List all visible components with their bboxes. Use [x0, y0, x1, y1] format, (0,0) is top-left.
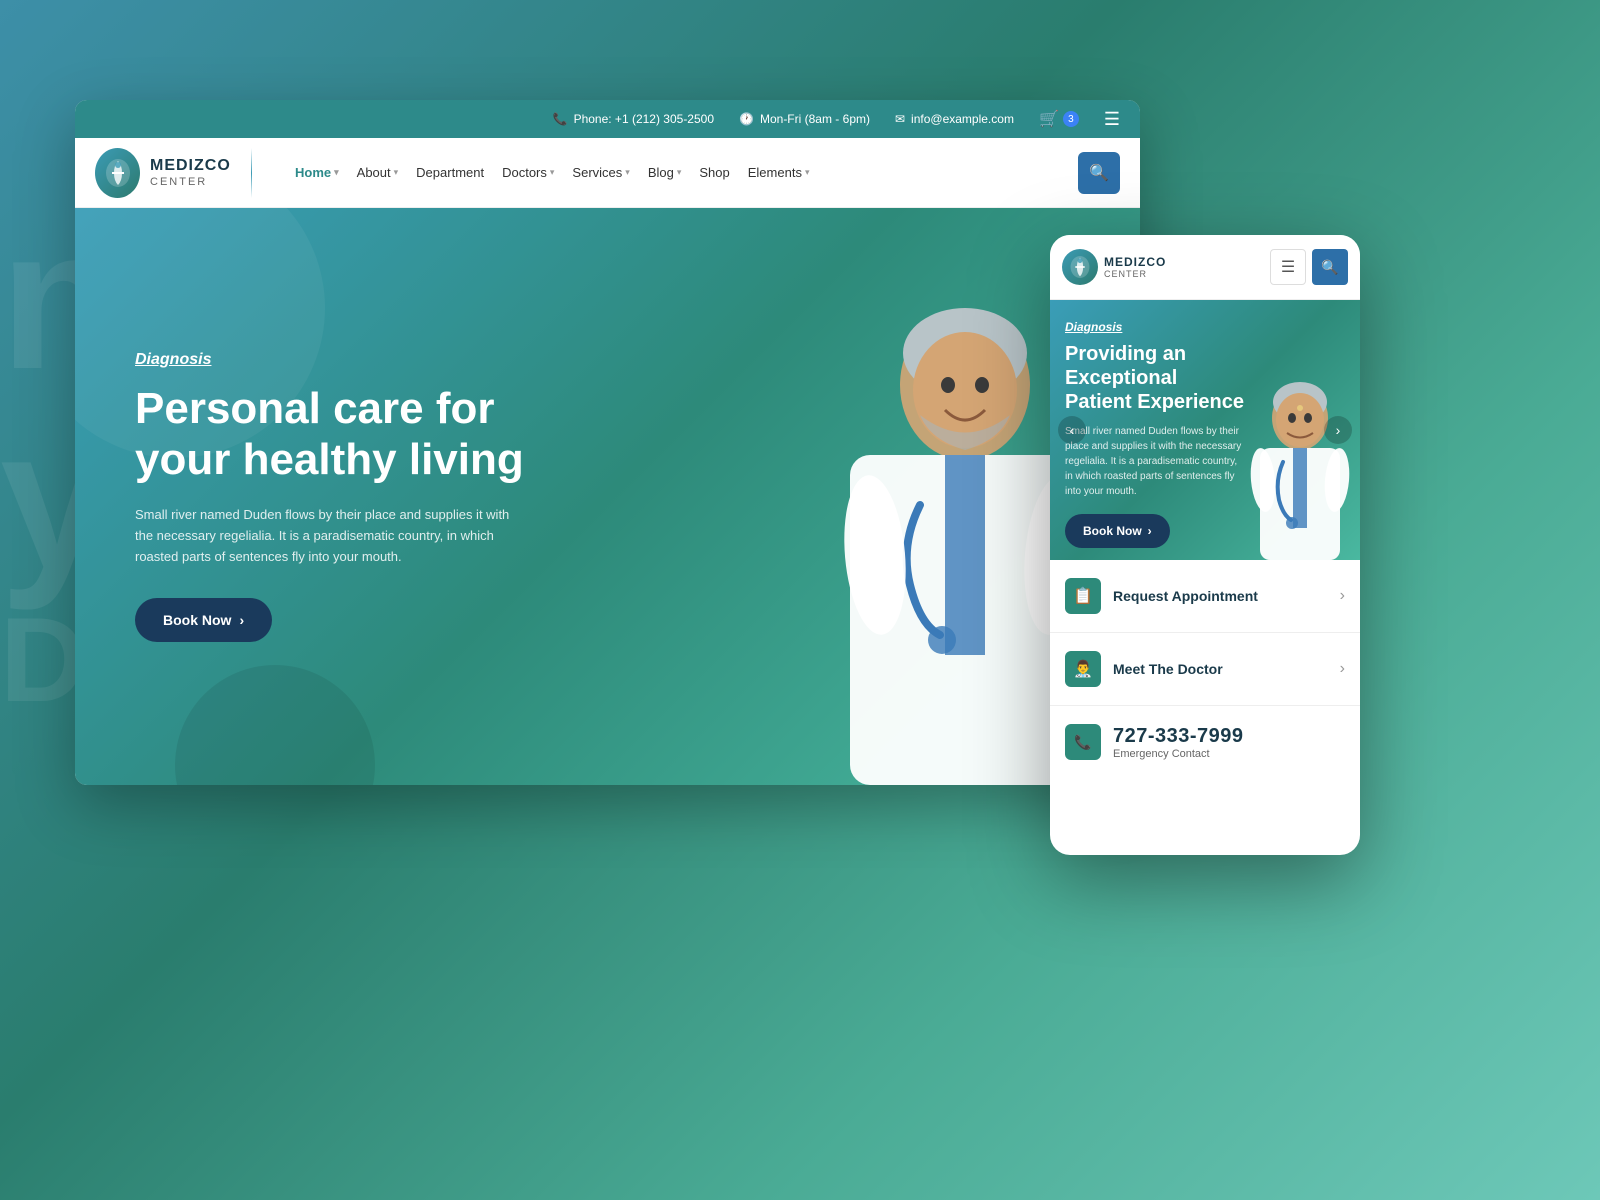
hero-description: Small river named Duden flows by their p…	[135, 505, 515, 567]
meet-doctor-item[interactable]: 👨‍⚕️ Meet The Doctor ›	[1050, 633, 1360, 705]
emergency-icon: 📞	[1065, 724, 1101, 760]
hero-shape2	[175, 665, 375, 785]
brand-name: MEDIZCO	[150, 156, 231, 175]
book-arrow-icon: ›	[239, 612, 244, 628]
desktop-topbar: 📞 Phone: +1 (212) 305-2500 🕐 Mon-Fri (8a…	[75, 100, 1140, 138]
nav-doctors[interactable]: Doctors ▾	[502, 165, 554, 180]
about-arrow: ▾	[394, 167, 399, 178]
logo-icon	[95, 148, 140, 198]
mobile-menu-items: 📋 Request Appointment › 👨‍⚕️ Meet The Do…	[1050, 560, 1360, 705]
topbar-items: 📞 Phone: +1 (212) 305-2500 🕐 Mon-Fri (8a…	[95, 109, 1120, 130]
topbar-hours-text: Mon-Fri (8am - 6pm)	[760, 112, 870, 126]
mobile-book-button[interactable]: Book Now ›	[1065, 514, 1170, 548]
topbar-hours: 🕐 Mon-Fri (8am - 6pm)	[739, 112, 870, 126]
cart-icon: 🛒	[1039, 109, 1059, 129]
mobile-doctor-figure	[1245, 380, 1355, 560]
home-arrow: ▾	[334, 167, 339, 178]
nav-links: Home ▾ About ▾ Department Doctors ▾ Serv…	[295, 165, 1078, 180]
topbar-phone-text: Phone: +1 (212) 305-2500	[574, 112, 714, 126]
blog-arrow: ▾	[677, 167, 682, 178]
cart-badge: 3	[1063, 111, 1079, 127]
elements-arrow: ▾	[805, 167, 810, 178]
request-appointment-item[interactable]: 📋 Request Appointment ›	[1050, 560, 1360, 633]
mobile-logo: MEDIZCO CENTER	[1062, 249, 1166, 285]
mobile-mockup: MEDIZCO CENTER ☰ 🔍 Diagnosis Providing a…	[1050, 235, 1360, 855]
nav-elements[interactable]: Elements ▾	[748, 165, 810, 180]
mobile-hero-title: Providing an Exceptional Patient Experie…	[1065, 342, 1245, 414]
mobile-hero: Diagnosis Providing an Exceptional Patie…	[1050, 300, 1360, 560]
mobile-brand-name: MEDIZCO	[1104, 255, 1166, 269]
topbar-email: ✉ info@example.com	[895, 112, 1014, 126]
logo-area: MEDIZCO CENTER	[95, 148, 295, 198]
desktop-hero: Diagnosis Personal care for your healthy…	[75, 208, 1140, 785]
logo-text: MEDIZCO CENTER	[150, 156, 231, 188]
appointment-arrow-icon: ›	[1340, 587, 1345, 605]
email-icon: ✉	[895, 112, 905, 126]
desktop-search-button[interactable]: 🔍	[1078, 152, 1120, 194]
carousel-next-button[interactable]: ›	[1324, 416, 1352, 444]
brand-sub: CENTER	[150, 176, 231, 189]
appointment-label: Request Appointment	[1113, 588, 1258, 604]
nav-divider	[251, 148, 252, 198]
nav-blog[interactable]: Blog ▾	[648, 165, 682, 180]
appointment-item-left: 📋 Request Appointment	[1065, 578, 1258, 614]
mobile-search-button[interactable]: 🔍	[1312, 249, 1348, 285]
nav-shop[interactable]: Shop	[699, 165, 729, 180]
cart-button[interactable]: 🛒 3	[1039, 109, 1079, 129]
carousel-prev-button[interactable]: ‹	[1058, 416, 1086, 444]
services-arrow: ▾	[625, 167, 630, 178]
mobile-hero-desc: Small river named Duden flows by their p…	[1065, 424, 1245, 499]
mobile-book-arrow: ›	[1148, 524, 1152, 538]
hero-label: Diagnosis	[135, 351, 575, 369]
emergency-text: 727-333-7999 Emergency Contact	[1113, 725, 1345, 760]
mobile-nav-icons: ☰ 🔍	[1270, 249, 1348, 285]
doctor-menu-icon: 👨‍⚕️	[1065, 651, 1101, 687]
nav-department[interactable]: Department	[416, 165, 484, 180]
hero-content: Diagnosis Personal care for your healthy…	[75, 351, 635, 642]
emergency-phone: 727-333-7999	[1113, 725, 1345, 748]
topbar-phone: 📞 Phone: +1 (212) 305-2500	[553, 112, 714, 126]
doctors-arrow: ▾	[550, 167, 555, 178]
nav-about[interactable]: About ▾	[357, 165, 399, 180]
mobile-brand-sub: CENTER	[1104, 269, 1166, 279]
mobile-logo-icon	[1062, 249, 1098, 285]
emergency-contact-section: 📞 727-333-7999 Emergency Contact	[1050, 705, 1360, 778]
desktop-navbar: MEDIZCO CENTER Home ▾ About ▾ Department…	[75, 138, 1140, 208]
hero-title: Personal care for your healthy living	[135, 384, 575, 485]
topbar-email-text: info@example.com	[911, 112, 1014, 126]
mobile-topbar: MEDIZCO CENTER ☰ 🔍	[1050, 235, 1360, 300]
appointment-icon: 📋	[1065, 578, 1101, 614]
book-now-label: Book Now	[163, 612, 231, 628]
clock-icon: 🕐	[739, 112, 754, 126]
mobile-hero-label: Diagnosis	[1065, 320, 1345, 334]
desktop-mockup: 📞 Phone: +1 (212) 305-2500 🕐 Mon-Fri (8a…	[75, 100, 1140, 785]
doctor-arrow-icon: ›	[1340, 660, 1345, 678]
nav-services[interactable]: Services ▾	[572, 165, 629, 180]
book-now-button[interactable]: Book Now ›	[135, 598, 272, 642]
phone-icon: 📞	[553, 112, 568, 126]
nav-home[interactable]: Home ▾	[295, 165, 339, 180]
doctor-menu-label: Meet The Doctor	[1113, 661, 1223, 677]
doctor-item-left: 👨‍⚕️ Meet The Doctor	[1065, 651, 1223, 687]
mobile-hamburger[interactable]: ☰	[1270, 249, 1306, 285]
mobile-book-label: Book Now	[1083, 524, 1142, 538]
mobile-logo-text: MEDIZCO CENTER	[1104, 255, 1166, 279]
hamburger-menu[interactable]: ☰	[1104, 109, 1120, 130]
emergency-label: Emergency Contact	[1113, 748, 1345, 760]
